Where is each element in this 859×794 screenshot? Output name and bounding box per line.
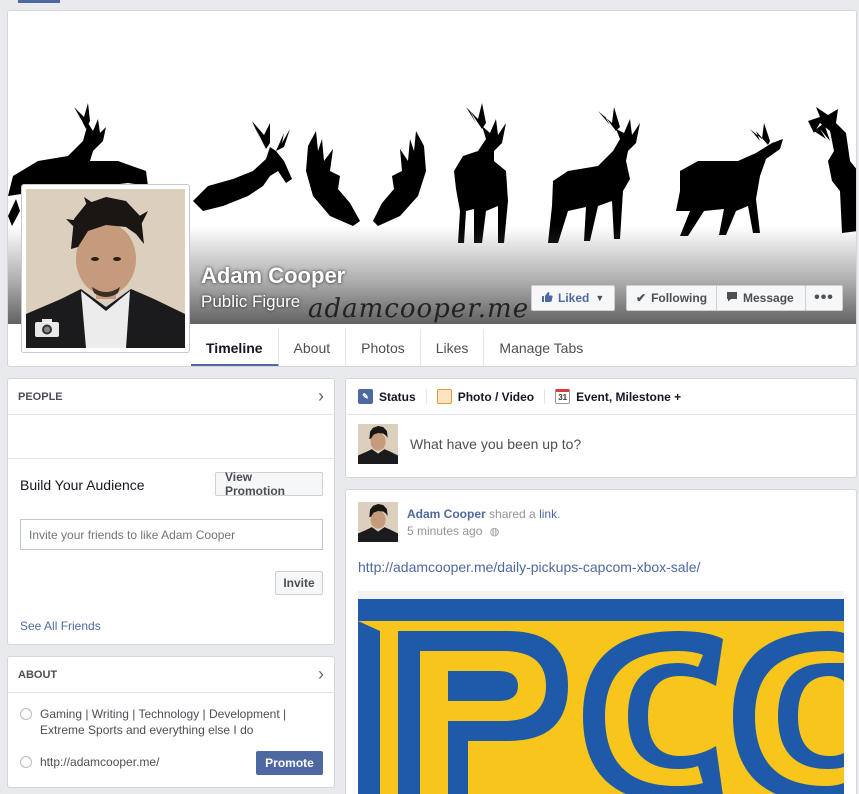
post-period: . xyxy=(557,507,561,521)
see-all-friends-link[interactable]: See All Friends xyxy=(20,619,101,633)
profile-tabs: Timeline About Photos Likes Manage Tabs xyxy=(191,329,598,366)
capcom-logo-image[interactable] xyxy=(358,591,844,794)
top-tab-indicator xyxy=(18,0,60,3)
photo-icon xyxy=(436,389,452,404)
post-timestamp[interactable]: 5 minutes ago xyxy=(407,524,482,538)
invite-friends-input[interactable] xyxy=(20,519,323,550)
following-label: Following xyxy=(651,291,708,305)
about-card-header[interactable]: ABOUT › xyxy=(8,657,334,693)
more-dots-icon: ••• xyxy=(814,289,834,306)
message-bubble-icon xyxy=(726,291,738,305)
composer-placeholder[interactable]: What have you been up to? xyxy=(410,436,581,452)
globe-icon: ◍ xyxy=(489,526,500,538)
more-options-button[interactable]: ••• xyxy=(805,285,843,311)
composer-tab-label: Event, Milestone + xyxy=(576,389,682,404)
message-button[interactable]: Message xyxy=(716,285,806,311)
avatar xyxy=(358,424,398,464)
composer-tabs: ✎ Status Photo / Video 31 Event, Milesto… xyxy=(346,379,856,415)
checkmark-icon: ✔ xyxy=(636,291,647,305)
tab-photos[interactable]: Photos xyxy=(346,329,421,366)
liked-button[interactable]: Liked ▼ xyxy=(531,285,615,311)
chevron-down-icon: ▼ xyxy=(595,293,605,303)
composer-body[interactable]: What have you been up to? xyxy=(346,415,856,473)
about-description-row: Gaming | Writing | Technology | Developm… xyxy=(20,706,310,738)
status-composer: ✎ Status Photo / Video 31 Event, Milesto… xyxy=(345,378,857,478)
website-link[interactable]: http://adamcooper.me/ xyxy=(40,754,159,770)
profile-name[interactable]: Adam Cooper xyxy=(201,263,345,289)
capcom-logo-graphic xyxy=(358,591,844,794)
cover-signature-text: adamcooper.me xyxy=(308,294,530,324)
tab-manage-tabs[interactable]: Manage Tabs xyxy=(484,329,598,366)
following-button[interactable]: ✔ Following xyxy=(626,285,717,311)
profile-category[interactable]: Public Figure xyxy=(201,292,300,312)
composer-tab-status[interactable]: ✎ Status xyxy=(358,389,427,404)
people-card-title: PEOPLE xyxy=(18,390,63,403)
about-website-row: http://adamcooper.me/ xyxy=(20,754,159,770)
tab-timeline[interactable]: Timeline xyxy=(191,329,279,366)
invite-button[interactable]: Invite xyxy=(275,571,323,595)
thumbs-up-icon xyxy=(541,291,553,306)
build-audience-label: Build Your Audience xyxy=(20,477,145,493)
camera-icon[interactable] xyxy=(34,318,60,338)
view-promotion-button[interactable]: View Promotion xyxy=(215,470,323,498)
avatar[interactable] xyxy=(358,502,398,542)
people-card-header[interactable]: PEOPLE › xyxy=(8,379,334,415)
pencil-icon: ✎ xyxy=(358,389,373,404)
composer-tab-event[interactable]: 31 Event, Milestone + xyxy=(555,389,691,404)
calendar-icon: 31 xyxy=(555,389,571,404)
post-link-word[interactable]: link xyxy=(539,507,557,521)
about-card: ABOUT › Gaming | Writing | Technology | … xyxy=(7,656,335,788)
post-action-text: shared a xyxy=(489,507,536,521)
post-header: Adam Cooper shared a link. 5 minutes ago… xyxy=(407,506,560,541)
chevron-right-icon[interactable]: › xyxy=(318,664,324,685)
post-url-link[interactable]: http://adamcooper.me/daily-pickups-capco… xyxy=(358,559,700,575)
chevron-right-icon[interactable]: › xyxy=(318,386,324,407)
post-author-link[interactable]: Adam Cooper xyxy=(407,507,486,521)
liked-label: Liked xyxy=(558,291,590,305)
cover-card: Adam Cooper Public Figure adamcooper.me … xyxy=(7,10,857,367)
message-label: Message xyxy=(743,291,794,305)
top-strip xyxy=(0,0,859,4)
timeline-post: Adam Cooper shared a link. 5 minutes ago… xyxy=(345,489,857,794)
about-card-title: ABOUT xyxy=(18,668,58,681)
people-card: PEOPLE › Build Your Audience View Promot… xyxy=(7,378,335,645)
tab-likes[interactable]: Likes xyxy=(421,329,485,366)
people-card-blank-area xyxy=(8,415,334,459)
globe-icon xyxy=(20,756,32,768)
info-icon xyxy=(20,708,32,720)
composer-tab-label: Photo / Video xyxy=(457,389,535,404)
profile-picture-frame[interactable] xyxy=(21,184,190,353)
composer-tab-label: Status xyxy=(379,389,416,404)
about-description: Gaming | Writing | Technology | Developm… xyxy=(40,707,287,737)
promote-button[interactable]: Promote xyxy=(256,751,323,775)
composer-tab-photo-video[interactable]: Photo / Video xyxy=(436,389,546,404)
tab-about[interactable]: About xyxy=(279,329,347,366)
profile-picture[interactable] xyxy=(26,189,185,348)
